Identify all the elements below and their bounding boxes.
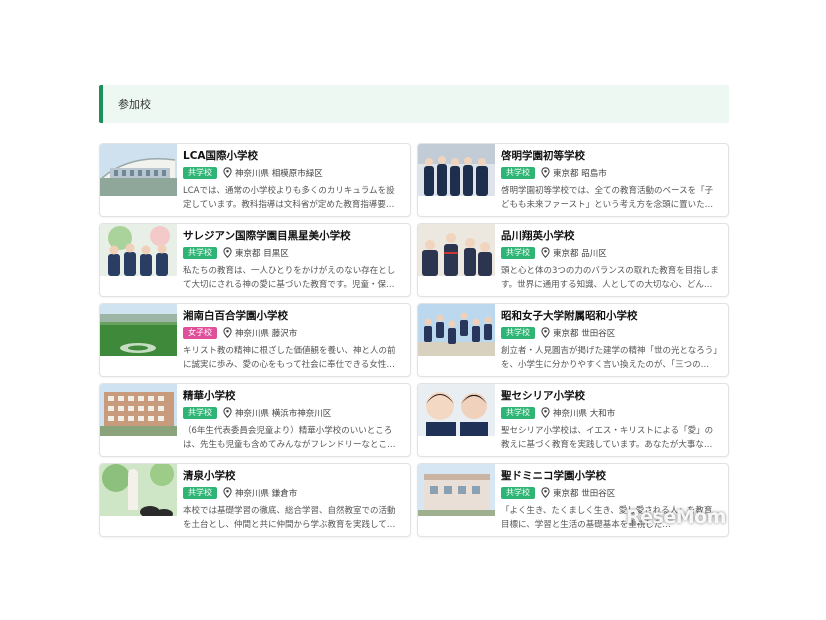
section-title: 参加校 [118,98,151,111]
school-info: 啓明学園初等学校 共学校 東京都 昭島市啓明学園初等学校では、全ての教育活動のベース… [495,144,728,216]
school-type-badge: 共学校 [501,246,535,259]
school-type-badge: 共学校 [183,246,217,259]
school-location: 東京都 世田谷区 [553,488,616,499]
school-photo[interactable] [100,464,177,516]
school-description: 私たちの教育は、一人ひとりをかけがえのない存在として大切にされる神の愛に基づいた… [183,266,396,290]
location-pin-icon [223,407,235,418]
location-pin-icon [223,247,235,258]
location-pin-icon [223,167,235,178]
school-info: LCA国際小学校 共学校 神奈川県 相模原市緑区 LCAでは、通常の小学校よりも多くの… [177,144,410,216]
school-meta: 共学校 東京都 昭島市 [501,166,720,179]
school-photo[interactable] [418,464,495,516]
school-meta: 共学校 東京都 世田谷区 [501,326,720,339]
school-location: 神奈川県 藤沢市 [235,328,298,339]
school-card[interactable]: 昭和女子大学附属昭和小学校 共学校 東京都 世田谷区創立者・人見圓吉が掲げた建学の精… [417,303,729,377]
school-location: 東京都 世田谷区 [553,328,616,339]
school-photo[interactable] [100,304,177,356]
school-meta: 共学校 東京都 世田谷区 [501,486,720,499]
school-grid: LCA国際小学校 共学校 神奈川県 相模原市緑区 LCAでは、通常の小学校よりも多くの… [99,143,729,537]
school-description: キリスト教の精神に根ざした価値観を養い、神と人の前に誠実に歩み、愛の心をもって社… [183,346,396,370]
school-type-badge: 共学校 [183,166,217,179]
school-location: 東京都 昭島市 [553,168,607,179]
school-photo[interactable] [418,224,495,276]
school-description: 本校では基礎学習の徹底、総合学習、自然教室での活動を土台とし、仲間と共に仲間から… [183,506,396,530]
school-location: 東京都 品川区 [553,248,607,259]
school-photo[interactable] [100,224,177,276]
school-name[interactable]: 啓明学園初等学校 [501,149,720,163]
school-location: 神奈川県 相模原市緑区 [235,168,323,179]
school-location: 神奈川県 鎌倉市 [235,488,298,499]
school-name[interactable]: 湘南白百合学園小学校 [183,309,402,323]
school-location: 神奈川県 大和市 [553,408,616,419]
school-photo[interactable] [100,144,177,196]
school-card[interactable]: 聖セシリア小学校 共学校 神奈川県 大和市聖セシリア小学校は、イエス・キリストによる… [417,383,729,457]
school-name[interactable]: 昭和女子大学附属昭和小学校 [501,309,720,323]
school-meta: 共学校 神奈川県 大和市 [501,406,720,419]
school-description: （6年生代表委員会児童より）精華小学校のいいところは、先生も児童も含めてみんなが… [183,426,393,450]
school-card[interactable]: 啓明学園初等学校 共学校 東京都 昭島市啓明学園初等学校では、全ての教育活動のベース… [417,143,729,217]
school-info: 昭和女子大学附属昭和小学校 共学校 東京都 世田谷区創立者・人見圓吉が掲げた建学の精… [495,304,728,376]
school-photo[interactable] [418,304,495,356]
location-pin-icon [541,247,553,258]
school-name[interactable]: 聖ドミニコ学園小学校 [501,469,720,483]
school-meta: 共学校 東京都 目黒区 [183,246,402,259]
school-card[interactable]: 湘南白百合学園小学校 女子校 神奈川県 藤沢市キリスト教の精神に根ざした価値観を養い… [99,303,411,377]
school-meta: 共学校 神奈川県 相模原市緑区 [183,166,402,179]
school-info: 品川翔英小学校 共学校 東京都 品川区頭と心と体の3つの力のバランスの取れた教育を目… [495,224,728,296]
school-location: 東京都 目黒区 [235,248,289,259]
school-type-badge: 女子校 [183,326,217,339]
school-photo[interactable] [100,384,177,436]
school-name[interactable]: 清泉小学校 [183,469,402,483]
section-header: 参加校 [99,85,729,123]
school-name[interactable]: 精華小学校 [183,389,402,403]
school-type-badge: 共学校 [501,166,535,179]
school-card[interactable]: 精華小学校共学校 神奈川県 横浜市神奈川区 （6年生代表委員会児童より）精華小学校の… [99,383,411,457]
school-meta: 共学校 東京都 品川区 [501,246,720,259]
school-type-badge: 共学校 [501,326,535,339]
watermark-logo: ReseMom [626,506,726,528]
location-pin-icon [223,487,235,498]
school-info: 精華小学校共学校 神奈川県 横浜市神奈川区 （6年生代表委員会児童より）精華小学校の… [177,384,410,456]
school-description: LCAでは、通常の小学校よりも多くのカリキュラムを設定しています。教科指導は文科… [183,186,395,210]
school-name[interactable]: サレジアン国際学園目黒星美小学校 [183,229,402,243]
school-meta: 共学校 神奈川県 横浜市神奈川区 [183,406,402,419]
school-card[interactable]: 清泉小学校共学校 神奈川県 鎌倉市本校では基礎学習の徹底、総合学習、自然教室での活… [99,463,411,537]
school-type-badge: 共学校 [501,406,535,419]
school-card[interactable]: サレジアン国際学園目黒星美小学校 共学校 東京都 目黒区私たちの教育は、一人ひとりを… [99,223,411,297]
school-info: サレジアン国際学園目黒星美小学校 共学校 東京都 目黒区私たちの教育は、一人ひとりを… [177,224,410,296]
location-pin-icon [223,327,235,338]
school-info: 湘南白百合学園小学校 女子校 神奈川県 藤沢市キリスト教の精神に根ざした価値観を養い… [177,304,410,376]
location-pin-icon [541,407,553,418]
location-pin-icon [541,487,553,498]
school-description: 創立者・人見圓吉が掲げた建学の精神「世の光となろう」を、小学生に分かりやすく言い… [501,346,718,370]
school-description: 啓明学園初等学校では、全ての教育活動のベースを「子どもも未来ファースト」という考… [501,186,714,210]
school-name[interactable]: 品川翔英小学校 [501,229,720,243]
school-meta: 女子校 神奈川県 藤沢市 [183,326,402,339]
school-info: 清泉小学校共学校 神奈川県 鎌倉市本校では基礎学習の徹底、総合学習、自然教室での活… [177,464,410,536]
school-description: 頭と心と体の3つの力のバランスの取れた教育を目指します。世界に通用する知識、人と… [501,266,719,290]
school-photo[interactable] [418,384,495,436]
school-type-badge: 共学校 [183,486,217,499]
school-location: 神奈川県 横浜市神奈川区 [235,408,332,419]
school-info: 聖セシリア小学校 共学校 神奈川県 大和市聖セシリア小学校は、イエス・キリストによる… [495,384,728,456]
school-meta: 共学校 神奈川県 鎌倉市 [183,486,402,499]
school-type-badge: 共学校 [501,486,535,499]
school-description: 聖セシリア小学校は、イエス・キリストによる「愛」の教えに基づく教育を実践していま… [501,426,714,450]
school-photo[interactable] [418,144,495,196]
school-name[interactable]: LCA国際小学校 [183,149,402,163]
school-card[interactable]: LCA国際小学校 共学校 神奈川県 相模原市緑区 LCAでは、通常の小学校よりも多くの… [99,143,411,217]
school-name[interactable]: 聖セシリア小学校 [501,389,720,403]
location-pin-icon [541,167,553,178]
location-pin-icon [541,327,553,338]
school-type-badge: 共学校 [183,406,217,419]
school-card[interactable]: 品川翔英小学校 共学校 東京都 品川区頭と心と体の3つの力のバランスの取れた教育を目… [417,223,729,297]
